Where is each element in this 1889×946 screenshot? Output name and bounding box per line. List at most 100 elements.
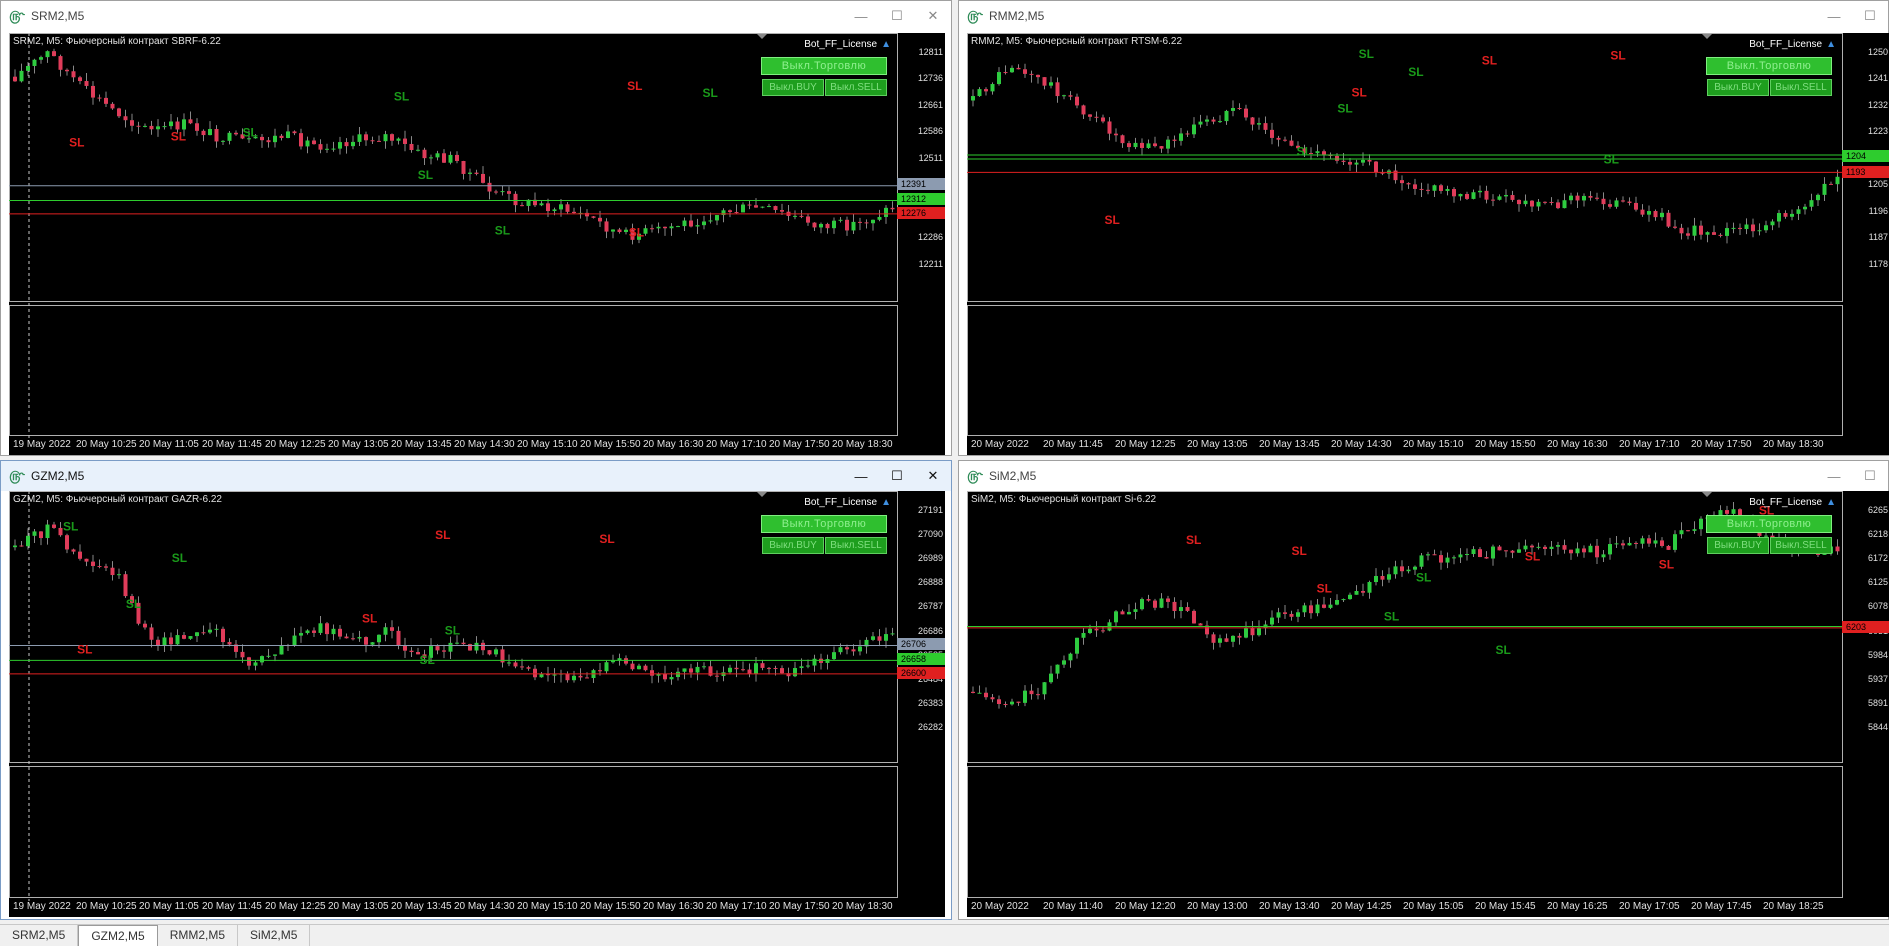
tab-gzm2[interactable]: GZM2,M5	[78, 925, 158, 946]
price-chart[interactable]: SL SL SL SL SL SL SL SL SL SRM2, M5: Фьючерсный к…	[9, 33, 945, 455]
chart-window-srm2[interactable]: ௹ SRM2,M5 — ☐ ✕ SL SL SL SL SL SL SL SL SL SRM2, …	[0, 0, 952, 456]
candle	[715, 670, 719, 682]
maximize-icon[interactable]: ☐	[879, 461, 915, 491]
candle	[461, 638, 466, 645]
chart-window-rmm2[interactable]: ௹ RMM2,M5 — ☐ SL SL SL SL SL SL SL SL SL RMM2, M5…	[958, 0, 1889, 456]
disable-sell-button[interactable]: Выкл.SELL	[825, 537, 887, 554]
minimize-icon[interactable]: —	[843, 461, 879, 491]
window-titlebar[interactable]: ௹ SiM2,M5	[959, 461, 1888, 491]
candle	[1302, 602, 1307, 618]
close-icon[interactable]: ✕	[915, 1, 951, 31]
candle	[643, 664, 648, 672]
candle	[1159, 593, 1164, 609]
disable-buy-button[interactable]: Выкл.BUY	[762, 79, 824, 96]
one-click-dropdown-icon[interactable]	[757, 492, 767, 497]
price-axis[interactable]: 1281112736126611258612511124361236112286…	[895, 33, 945, 301]
candle	[695, 218, 700, 235]
candle	[871, 631, 875, 642]
candle	[1679, 223, 1684, 240]
candle	[1088, 114, 1092, 121]
candle	[214, 125, 219, 148]
tab-sim2[interactable]: SiM2,M5	[238, 925, 311, 946]
price-chart[interactable]: SL SL SL SL SL SL SL SL SL RMM2, M5: Фьючерсный к…	[967, 33, 1889, 455]
time-tick-label: 20 May 15:50	[1475, 439, 1536, 450]
candle	[786, 204, 791, 221]
maximize-icon[interactable]: ☐	[1852, 461, 1888, 491]
price-chart[interactable]: SL SL SL SL SL SL SL SL SL SiM2, M5: Фьючерсный к…	[967, 491, 1889, 917]
price-chart[interactable]: SL SL SL SL SL SL SL SL SL GZM2, M5: Фьючерсный к…	[9, 491, 945, 917]
candle	[741, 202, 745, 213]
minimize-icon[interactable]: —	[843, 1, 879, 31]
candle	[383, 623, 388, 642]
one-click-dropdown-icon[interactable]	[1702, 34, 1712, 39]
candle	[175, 629, 180, 645]
chart-window-sim2[interactable]: ௹ SiM2,M5 — ☐ SL SL SL SL SL SL SL SL SL SiM2, M5…	[958, 460, 1889, 920]
candle	[91, 554, 95, 573]
candle	[1198, 114, 1203, 128]
tab-srm2[interactable]: SRM2,M5	[0, 925, 79, 946]
time-tick-label: 20 May 17:05	[1619, 901, 1680, 912]
chart-canvas: SL SL SL SL SL SL SL SL SL	[9, 491, 898, 901]
maximize-icon[interactable]: ☐	[1852, 1, 1888, 31]
price-level-tag: 26658	[897, 653, 945, 666]
candle	[117, 568, 121, 579]
time-axis[interactable]: 20 May 2022 20 May 11:40 20 May 12:20 20 Ma…	[967, 901, 1889, 917]
candle	[1231, 635, 1235, 648]
disable-trading-button[interactable]: Выкл.Торговлю	[1706, 515, 1832, 533]
candle	[1055, 664, 1060, 679]
disable-trading-button[interactable]: Выкл.Торговлю	[761, 57, 887, 75]
disable-trading-button[interactable]: Выкл.Торговлю	[761, 515, 887, 533]
tab-rmm2[interactable]: RMM2,M5	[158, 925, 239, 946]
window-title: SiM2,M5	[989, 469, 1037, 483]
maximize-icon[interactable]: ☐	[879, 1, 915, 31]
candle	[1783, 210, 1788, 219]
candle	[1653, 532, 1658, 548]
window-titlebar[interactable]: ௹ RMM2,M5	[959, 1, 1888, 31]
candle	[1172, 135, 1177, 148]
candle	[1595, 192, 1599, 201]
candle	[984, 687, 988, 700]
one-click-dropdown-icon[interactable]	[1702, 492, 1712, 497]
candle	[19, 63, 24, 83]
time-axis[interactable]: 19 May 2022 20 May 10:25 20 May 11:05 20 Ma…	[9, 901, 945, 917]
candle	[1179, 600, 1183, 619]
chart-window-gzm2[interactable]: ௹ GZM2,M5 — ☐ ✕ SL SL SL SL SL SL SL SL SL GZM2, …	[0, 460, 952, 920]
window-titlebar[interactable]: ௹ SRM2,M5	[1, 1, 951, 31]
minimize-icon[interactable]: —	[1816, 461, 1852, 491]
candle	[559, 669, 563, 683]
candle	[52, 521, 56, 529]
candle	[143, 620, 147, 630]
close-icon[interactable]: ✕	[915, 461, 951, 491]
candle	[1276, 135, 1281, 147]
disable-buy-button[interactable]: Выкл.BUY	[1707, 79, 1769, 96]
candle	[286, 124, 290, 139]
price-level-tag: 1204	[1842, 150, 1889, 163]
one-click-dropdown-icon[interactable]	[757, 34, 767, 39]
candle	[1348, 158, 1352, 171]
candle	[455, 151, 459, 164]
disable-trading-button[interactable]: Выкл.Торговлю	[1706, 57, 1832, 75]
price-axis[interactable]: 2719127090269892688826787266862658526484…	[895, 491, 945, 762]
disable-buy-button[interactable]: Выкл.BUY	[762, 537, 824, 554]
window-titlebar[interactable]: ௹ GZM2,M5	[1, 461, 951, 491]
sl-marker: SL	[1292, 544, 1307, 558]
disable-sell-button[interactable]: Выкл.SELL	[825, 79, 887, 96]
candle	[1517, 199, 1521, 212]
candle	[604, 660, 609, 674]
candle	[832, 646, 836, 661]
candle	[1114, 128, 1118, 142]
time-axis[interactable]: 19 May 2022 20 May 10:25 20 May 11:05 20 Ma…	[9, 439, 945, 455]
disable-sell-button[interactable]: Выкл.SELL	[1770, 79, 1832, 96]
disable-sell-button[interactable]: Выкл.SELL	[1770, 537, 1832, 554]
candle	[728, 209, 732, 218]
disable-buy-button[interactable]: Выкл.BUY	[1707, 537, 1769, 554]
candle	[1224, 633, 1229, 643]
candle	[1081, 627, 1086, 645]
candle	[1367, 154, 1372, 166]
minimize-icon[interactable]: —	[1816, 1, 1852, 31]
candle	[1309, 600, 1313, 619]
candle	[1081, 104, 1086, 119]
time-tick-label: 20 May 12:25	[1115, 439, 1176, 450]
candle	[416, 144, 420, 152]
time-axis[interactable]: 20 May 2022 20 May 11:45 20 May 12:25 20 Ma…	[967, 439, 1889, 455]
